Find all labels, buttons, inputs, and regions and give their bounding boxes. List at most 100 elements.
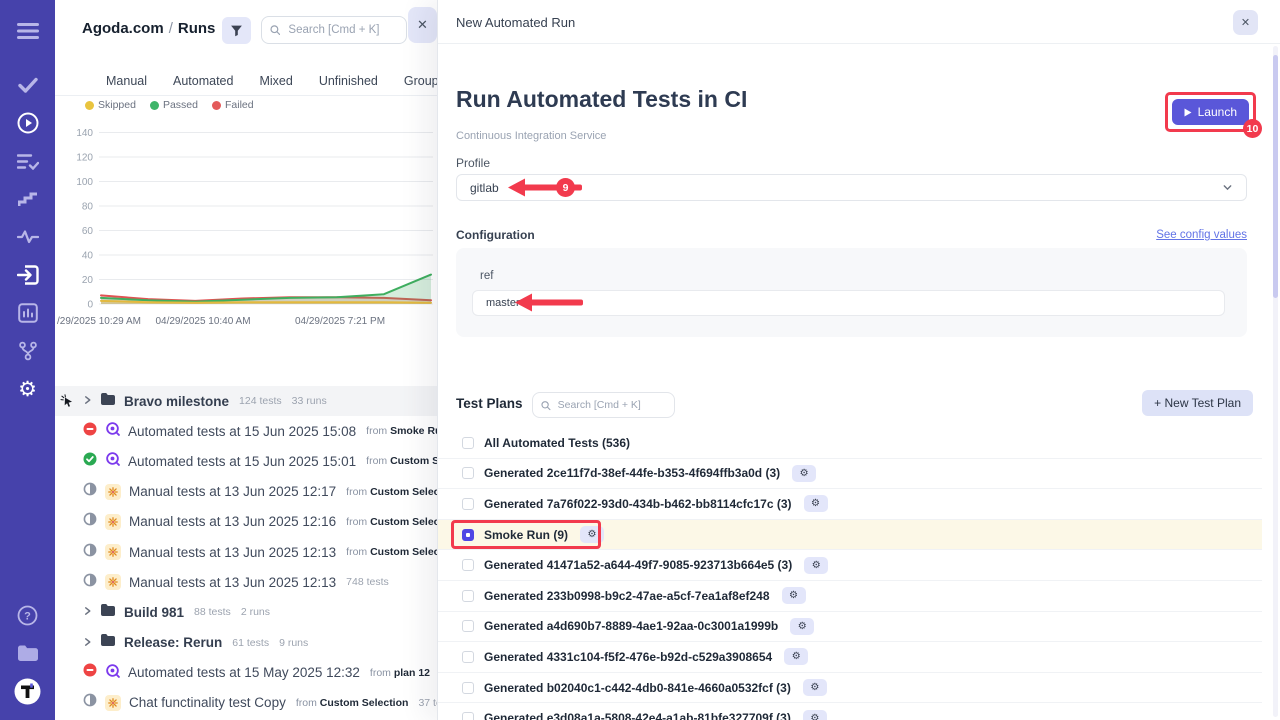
- legend-failed: Failed: [212, 99, 254, 111]
- plan-row[interactable]: Generated 233b0998-b9c2-47ae-a5cf-7ea1af…: [438, 581, 1262, 612]
- chevron-wrap[interactable]: [83, 603, 92, 621]
- drawer-close-button[interactable]: ✕: [1233, 10, 1258, 35]
- plan-gear-button[interactable]: ⚙: [782, 587, 806, 604]
- run-folder-row[interactable]: Release: Rerun61 tests9 runs: [55, 628, 437, 658]
- automated-run-icon-wrap: [105, 663, 120, 683]
- new-run-drawer: New Automated Run ✕ Run Automated Tests …: [437, 0, 1280, 720]
- see-config-values-link[interactable]: See config values: [1156, 229, 1247, 241]
- plan-row[interactable]: Generated 7a76f022-93d0-434b-b462-bb8114…: [438, 489, 1262, 520]
- tab-unfinished[interactable]: Unfinished: [319, 74, 378, 88]
- menu-icon[interactable]: [0, 12, 55, 50]
- status-icon-wrap: [83, 482, 97, 501]
- plan-row[interactable]: Generated 41471a52-a644-49f7-9085-923713…: [438, 550, 1262, 581]
- plan-checkbox[interactable]: [462, 467, 474, 479]
- steps-icon[interactable]: [0, 180, 55, 218]
- gear-icon[interactable]: ⚙: [0, 370, 55, 408]
- plan-gear-button[interactable]: ⚙: [804, 557, 828, 574]
- run-item-row[interactable]: Automated tests at 15 Jun 2025 15:08from…: [55, 416, 437, 446]
- plan-checkbox[interactable]: [462, 498, 474, 510]
- plan-checkbox[interactable]: [462, 712, 474, 720]
- bar-chart-icon[interactable]: [0, 294, 55, 332]
- plan-row[interactable]: Generated a4d690b7-8889-4ae1-92aa-0c3001…: [438, 612, 1262, 643]
- list-check-icon[interactable]: [0, 142, 55, 180]
- plan-row[interactable]: Smoke Run (9)⚙: [438, 520, 1262, 551]
- tab-mixed[interactable]: Mixed: [259, 74, 292, 88]
- plan-checkbox[interactable]: [462, 529, 474, 541]
- activity-icon[interactable]: [0, 218, 55, 256]
- legend-dot-icon: [85, 101, 94, 110]
- play-circle-icon[interactable]: [0, 104, 55, 142]
- breadcrumb-project[interactable]: Agoda.com: [82, 20, 164, 37]
- status-partial-icon: [83, 512, 97, 526]
- run-item-row[interactable]: Chat functinality test Copyfrom Custom S…: [55, 688, 437, 718]
- manual-run-icon: [108, 698, 118, 708]
- run-title: Manual tests at 13 Jun 2025 12:17: [129, 484, 336, 499]
- run-item-row[interactable]: Manual tests at 13 Jun 2025 12:16from Cu…: [55, 507, 437, 537]
- manual-run-icon-wrap: [105, 484, 121, 500]
- run-meta: 124 tests: [239, 395, 282, 407]
- chevron-right-icon: [83, 637, 92, 647]
- panel-close-button[interactable]: ✕: [408, 7, 437, 43]
- run-meta: 37 tests: [418, 697, 437, 709]
- help-icon[interactable]: ?: [0, 596, 55, 634]
- plan-gear-button[interactable]: ⚙: [580, 526, 604, 543]
- drawer-scrollbar-thumb[interactable]: [1273, 55, 1278, 298]
- status-partial-icon: [83, 543, 97, 557]
- avatar[interactable]: [0, 672, 55, 710]
- run-folder-row[interactable]: Build 98188 tests2 runs: [55, 597, 437, 627]
- plan-gear-button[interactable]: ⚙: [784, 648, 808, 665]
- chevron-wrap[interactable]: [83, 634, 92, 652]
- plan-checkbox[interactable]: [462, 559, 474, 571]
- folder-nav-icon[interactable]: [0, 634, 55, 672]
- plan-row[interactable]: Generated e3d08a1a-5808-42e4-a1ab-81bfe3…: [438, 703, 1262, 720]
- run-item-row[interactable]: Automated tests at 15 Jun 2025 15:01from…: [55, 446, 437, 476]
- plan-checkbox[interactable]: [462, 682, 474, 694]
- plan-gear-button[interactable]: ⚙: [803, 679, 827, 696]
- search-input[interactable]: [286, 23, 398, 37]
- automated-run-icon-wrap: [105, 451, 120, 471]
- run-item-row[interactable]: Automated tests at 15 May 2025 12:32from…: [55, 658, 437, 688]
- run-item-row[interactable]: Manual tests at 13 Jun 2025 12:17from Cu…: [55, 477, 437, 507]
- status-icon-wrap: [83, 422, 97, 441]
- tabs-container: ManualAutomatedMixedUnfinishedGroups: [106, 74, 445, 88]
- profile-label: Profile: [456, 156, 490, 170]
- run-meta: 9 runs: [279, 637, 308, 649]
- status-failed-icon: [83, 422, 97, 436]
- tab-automated[interactable]: Automated: [173, 74, 233, 88]
- plan-checkbox[interactable]: [462, 590, 474, 602]
- chevron-wrap[interactable]: [83, 392, 92, 410]
- plan-gear-button[interactable]: ⚙: [792, 465, 816, 482]
- runs-panel-header: Agoda.com/Runs ✕: [55, 0, 437, 58]
- plan-gear-button[interactable]: ⚙: [790, 618, 814, 635]
- tab-manual[interactable]: Manual: [106, 74, 147, 88]
- status-partial-icon: [83, 573, 97, 587]
- runs-trend-chart: 020406080100120140/29/2025 10:29 AM04/29…: [55, 112, 437, 347]
- git-branch-icon[interactable]: [0, 332, 55, 370]
- plan-gear-button[interactable]: ⚙: [804, 495, 828, 512]
- plan-checkbox[interactable]: [462, 437, 474, 449]
- plan-checkbox[interactable]: [462, 651, 474, 663]
- test-plans-search-input[interactable]: [556, 398, 666, 412]
- import-icon[interactable]: [0, 256, 55, 294]
- plan-row[interactable]: Generated 4331c104-f5f2-476e-b92d-c529a3…: [438, 642, 1262, 673]
- run-title: Automated tests at 15 May 2025 12:32: [128, 665, 360, 680]
- run-folder-row[interactable]: Bravo milestone124 tests33 runs: [55, 386, 437, 416]
- plan-gear-button[interactable]: ⚙: [803, 710, 827, 720]
- status-passed-icon: [83, 452, 97, 466]
- plan-row[interactable]: Generated 2ce11f7d-38ef-44fe-b353-4f694f…: [438, 459, 1262, 490]
- launch-button[interactable]: Launch: [1172, 99, 1249, 125]
- filter-button[interactable]: [222, 17, 251, 44]
- plan-row[interactable]: All Automated Tests (536): [438, 428, 1262, 459]
- run-title: Automated tests at 15 Jun 2025 15:01: [128, 454, 356, 469]
- check-icon[interactable]: [0, 66, 55, 104]
- automated-run-icon: [105, 421, 120, 436]
- run-item-row[interactable]: Manual tests at 13 Jun 2025 12:13748 tes…: [55, 567, 437, 597]
- automated-run-icon-wrap: [105, 421, 120, 441]
- new-test-plan-button[interactable]: + New Test Plan: [1142, 390, 1253, 416]
- plan-label: Generated 41471a52-a644-49f7-9085-923713…: [484, 558, 792, 572]
- run-from-value: plan 12: [394, 667, 430, 679]
- plan-row[interactable]: Generated b02040c1-c442-4db0-841e-4660a0…: [438, 673, 1262, 704]
- plan-checkbox[interactable]: [462, 620, 474, 632]
- run-from: from Smoke Run: [366, 425, 437, 437]
- run-item-row[interactable]: Manual tests at 13 Jun 2025 12:13from Cu…: [55, 537, 437, 567]
